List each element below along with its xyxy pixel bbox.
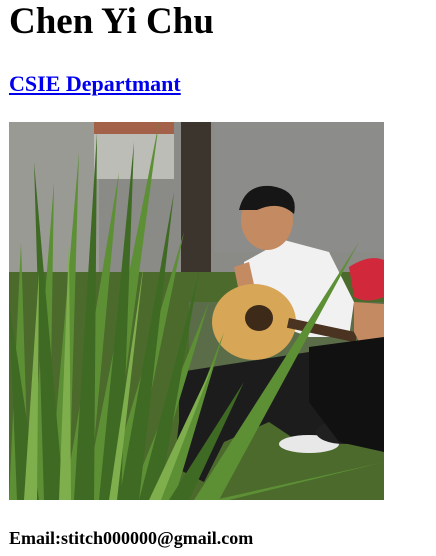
department-link[interactable]: CSIE Departmant bbox=[9, 71, 181, 96]
email-line: Email:stitch000000@gmail.com bbox=[9, 527, 253, 549]
profile-photo bbox=[9, 122, 384, 500]
email-label: Email: bbox=[9, 528, 61, 548]
email-value: stitch000000@gmail.com bbox=[61, 528, 254, 548]
department-heading: CSIE Departmant bbox=[9, 70, 181, 98]
page-title: Chen Yi Chu bbox=[9, 1, 214, 42]
